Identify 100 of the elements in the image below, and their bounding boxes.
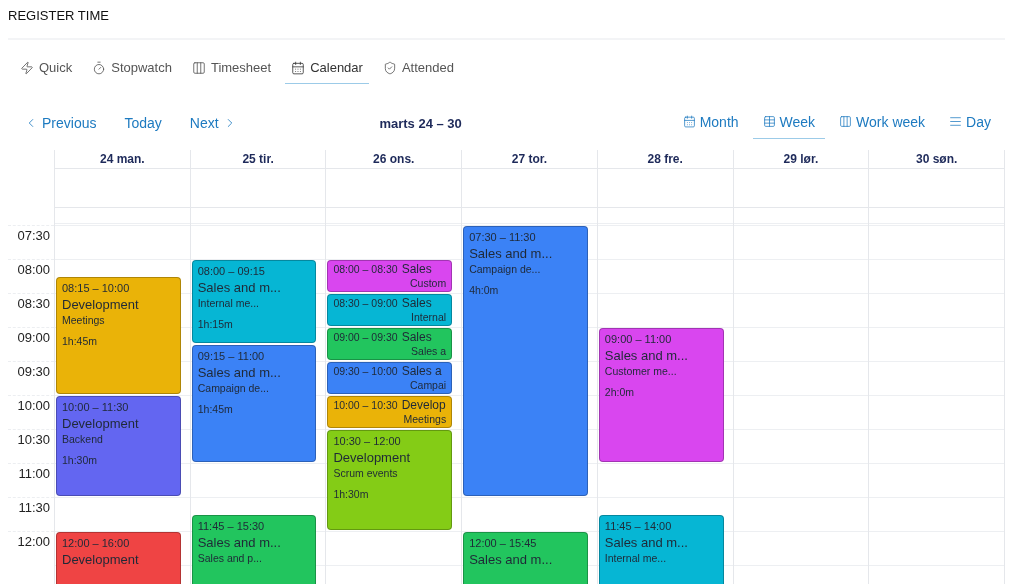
event-title: Develop	[401, 398, 446, 413]
event-title: Sales and m...	[197, 364, 282, 381]
time-label: 11:00	[18, 466, 50, 481]
event-subtitle: Scrum events	[333, 466, 399, 480]
event-time: 12:00 – 15:45	[469, 536, 538, 551]
event-subtitle: Campaign de...	[197, 381, 270, 395]
calendar-event[interactable]: 12:00 – 15:45 Sales and m...	[463, 532, 588, 584]
view-button[interactable]: Month	[672, 107, 749, 139]
tab[interactable]: Stopwatch	[86, 56, 178, 84]
event-duration: 1h:15m	[197, 317, 234, 331]
calendar-event[interactable]: 11:45 – 15:30 Sales and m... Sales and p...	[191, 515, 317, 584]
view-button[interactable]: Week	[752, 107, 826, 139]
calendar-icon	[682, 115, 696, 128]
lightning-icon	[20, 60, 34, 75]
time-label: 10:00	[17, 398, 50, 413]
tab[interactable]: Quick	[14, 56, 79, 84]
event-title: Sales	[401, 262, 432, 277]
calendar-event[interactable]: 11:45 – 14:00 Sales and m... Internal me...	[598, 515, 724, 584]
event-subtitle: Sales and p...	[197, 551, 263, 565]
event-subtitle: Internal me...	[197, 296, 260, 310]
event-subtitle: Customer me...	[604, 364, 678, 378]
table-icon	[762, 115, 776, 128]
event-subtitle: Sales a	[410, 345, 447, 358]
tab[interactable]: Timesheet	[185, 56, 278, 84]
event-title: Sales and m...	[604, 534, 689, 551]
event-duration: 1h:30m	[333, 487, 370, 501]
view-button[interactable]: Day	[939, 107, 1001, 139]
event-subtitle: Campaign de...	[469, 262, 542, 276]
date-range: marts 24 – 30	[378, 115, 463, 131]
time-label: 12:00	[17, 534, 50, 549]
calendar-event[interactable]: 08:00 – 08:30 Sales Custom	[327, 260, 453, 292]
calendar-icon	[291, 60, 306, 75]
event-time: 07:30 – 11:30	[469, 230, 537, 245]
calendar-event[interactable]: 08:15 – 10:00 Development Meetings 1h:45m	[56, 277, 181, 394]
day-header: 27 tor.	[462, 150, 598, 169]
calendar-event[interactable]: 10:30 – 12:00 Development Scrum events 1h:30m	[327, 430, 453, 530]
time-label: 08:30	[17, 296, 50, 311]
event-duration: 4h:0m	[469, 283, 500, 297]
calendar-event[interactable]: 10:00 – 10:30 Develop Meetings	[327, 396, 453, 428]
calendar-event[interactable]: 09:00 – 11:00 Sales and m... Customer me... 2h:0m	[598, 328, 724, 462]
event-time: 09:00 – 09:30	[333, 330, 398, 345]
event-title: Development	[62, 415, 140, 432]
event-title: Sales and m...	[469, 245, 554, 262]
day-header: 28 fre.	[597, 150, 734, 169]
time-label: 08:00	[17, 262, 50, 277]
event-subtitle: Campai	[408, 379, 447, 392]
calendar-event[interactable]: 12:00 – 16:00 Development	[56, 532, 181, 584]
calendar-event[interactable]: 08:00 – 09:15 Sales and m... Internal me... 1h:15m	[191, 260, 317, 343]
event-title: Development	[62, 296, 140, 313]
rows-icon	[949, 115, 963, 128]
event-duration: 1h:45m	[62, 334, 99, 348]
event-time: 09:15 – 11:00	[197, 349, 266, 364]
event-time: 08:00 – 08:30	[333, 262, 398, 277]
day-header: 30 søn.	[869, 150, 1005, 169]
time-label: 07:30	[17, 228, 50, 243]
event-duration: 1h:45m	[197, 402, 234, 416]
time-label: 10:30	[17, 432, 50, 447]
calendar-event[interactable]: 10:00 – 11:30 Development Backend 1h:30m	[56, 396, 181, 496]
day-header: 26 ons.	[326, 150, 463, 169]
day-header: 25 tir.	[190, 150, 327, 169]
event-title: Development	[333, 449, 412, 466]
event-title: Sales	[401, 296, 432, 311]
shield-check-icon	[382, 60, 397, 75]
calendar-event[interactable]: 09:30 – 10:00 Sales a Campai	[327, 362, 453, 394]
tab[interactable]: Calendar	[285, 56, 369, 84]
columns-icon	[839, 115, 853, 128]
view-button[interactable]: Work week	[829, 107, 936, 139]
event-title: Development	[62, 551, 140, 568]
event-time: 09:00 – 11:00	[604, 332, 673, 347]
event-time: 12:00 – 16:00	[62, 536, 131, 551]
event-time: 08:00 – 09:15	[197, 264, 266, 279]
calendar-event[interactable]: 09:15 – 11:00 Sales and m... Campaign de... 1h:45m	[191, 345, 317, 462]
day-header: 29 lør.	[733, 150, 870, 169]
calendar-event[interactable]: 07:30 – 11:30 Sales and m... Campaign de... 4h:0m	[463, 226, 588, 496]
event-subtitle: Backend	[62, 432, 104, 446]
time-label: 09:30	[17, 364, 50, 379]
today-button[interactable]: Today	[118, 111, 168, 135]
event-duration: 2h:0m	[604, 385, 636, 399]
event-subtitle: Internal	[410, 311, 447, 324]
stopwatch-icon	[92, 60, 107, 75]
event-time: 10:30 – 12:00	[333, 434, 402, 449]
event-title: Sales a	[401, 364, 442, 379]
event-title: Sales and m...	[469, 551, 554, 568]
event-title: Sales and m...	[604, 347, 689, 364]
tab[interactable]: Attended	[376, 56, 460, 84]
event-subtitle: Meetings	[62, 313, 106, 327]
time-label: 11:30	[18, 500, 50, 515]
time-label: 09:00	[17, 330, 50, 345]
page-title: REGISTER TIME	[8, 0, 1005, 40]
previous-button[interactable]: Previous	[18, 111, 103, 135]
calendar-event[interactable]: 09:00 – 09:30 Sales Sales a	[327, 328, 453, 360]
next-button[interactable]: Next	[183, 111, 243, 135]
event-time: 11:45 – 15:30	[197, 519, 266, 534]
day-header: 24 man.	[55, 150, 191, 169]
event-time: 10:00 – 11:30	[62, 400, 130, 415]
event-subtitle: Internal me...	[604, 551, 668, 565]
calendar-event[interactable]: 08:30 – 09:00 Sales Internal	[327, 294, 453, 326]
event-title: Sales and m...	[197, 534, 282, 551]
event-title: Sales	[401, 330, 432, 345]
event-time: 08:30 – 09:00	[333, 296, 398, 311]
